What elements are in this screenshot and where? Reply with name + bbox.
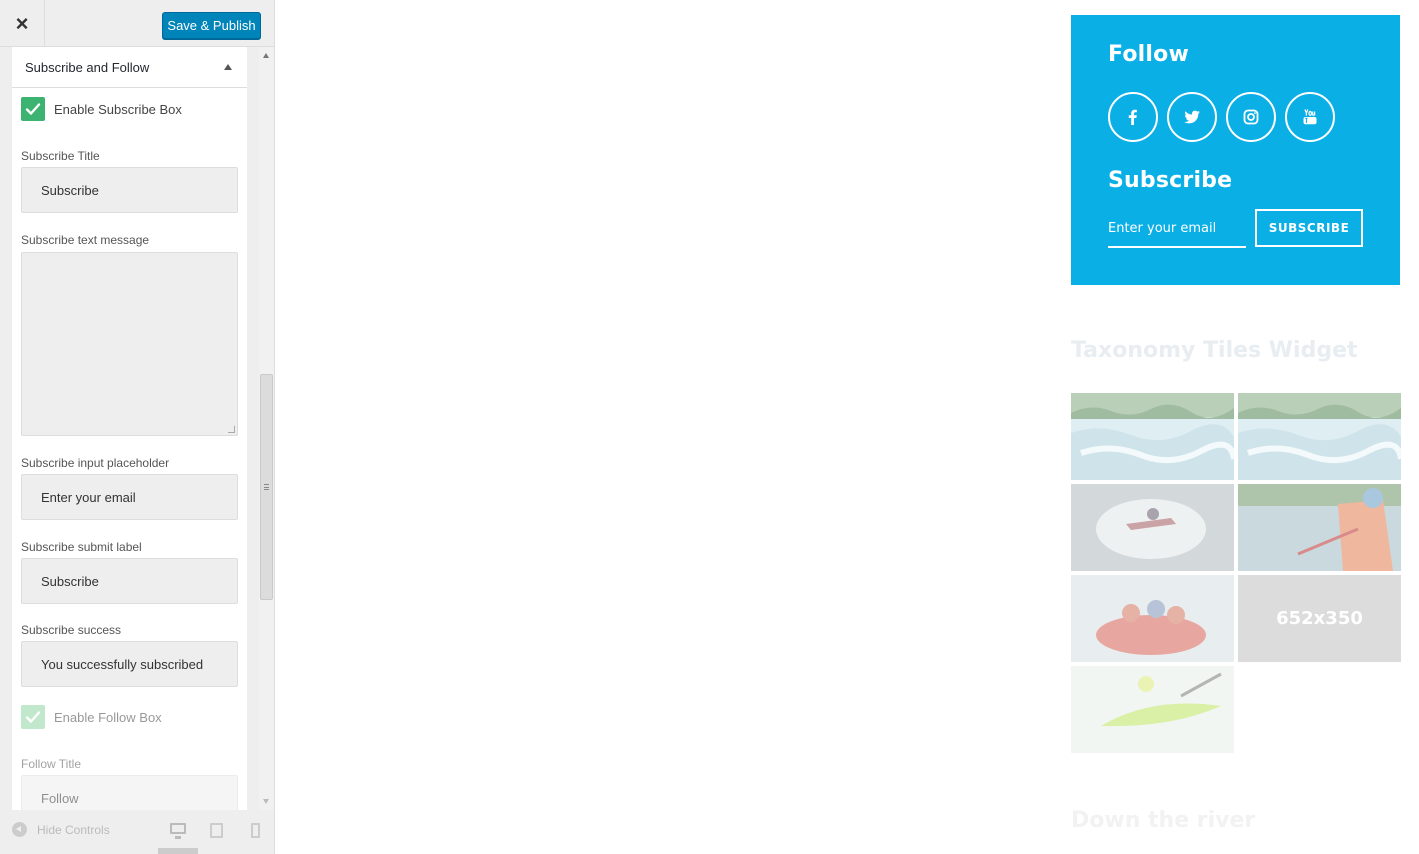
taxonomy-tile-rapids-1[interactable] xyxy=(1071,393,1234,480)
mobile-preview-icon[interactable] xyxy=(251,823,260,838)
resize-handle-icon[interactable] xyxy=(228,426,235,433)
subscribe-heading: Subscribe xyxy=(1108,168,1233,193)
taxonomy-tile-placeholder[interactable]: 652x350 xyxy=(1238,575,1401,662)
subscribe-text-textarea[interactable] xyxy=(21,252,238,436)
save-publish-button[interactable]: Save & Publish xyxy=(162,12,261,39)
desktop-preview-icon[interactable] xyxy=(170,823,186,839)
twitter-link[interactable] xyxy=(1167,92,1217,142)
instagram-icon xyxy=(1243,109,1259,125)
active-device-indicator xyxy=(158,848,198,854)
youtube-icon xyxy=(1303,109,1317,125)
close-icon: × xyxy=(15,10,29,36)
section-panel: Subscribe and Follow Enable Subscribe Bo… xyxy=(12,47,247,810)
customizer-sidebar: × Save & Publish Subscribe and Follow En… xyxy=(0,0,275,854)
section-title: Subscribe and Follow xyxy=(25,59,150,75)
subscribe-text-label: Subscribe text message xyxy=(21,233,150,247)
rafting-team-image xyxy=(1071,575,1234,662)
next-widget-title: Down the river xyxy=(1071,808,1256,833)
collapse-left-icon xyxy=(12,822,27,837)
enable-subscribe-row[interactable]: Enable Subscribe Box xyxy=(21,97,182,121)
subscribe-title-label: Subscribe Title xyxy=(21,149,100,163)
enable-follow-label: Enable Follow Box xyxy=(54,709,162,725)
subscribe-follow-widget: Follow Subscribe Enter your email SUBSCR… xyxy=(1071,15,1400,285)
customizer-footer: Hide Controls xyxy=(0,810,274,854)
scroll-down-arrow-icon[interactable] xyxy=(263,799,269,804)
panel-scrollbar[interactable] xyxy=(259,47,274,810)
subscribe-success-input[interactable]: You successfully subscribed xyxy=(21,641,238,687)
enable-follow-row[interactable]: Enable Follow Box xyxy=(21,705,162,729)
taxonomy-widget-title: Taxonomy Tiles Widget xyxy=(1071,338,1358,363)
enable-follow-checkbox[interactable] xyxy=(21,705,45,729)
facebook-link[interactable] xyxy=(1108,92,1158,142)
kayak-splash-image xyxy=(1071,484,1234,571)
taxonomy-tile-paddler[interactable] xyxy=(1238,484,1401,571)
river-rapids-image xyxy=(1071,393,1234,480)
taxonomy-tile-kayak-splash[interactable] xyxy=(1071,484,1234,571)
close-customizer-button[interactable]: × xyxy=(0,0,45,47)
section-header-subscribe-follow[interactable]: Subscribe and Follow xyxy=(12,47,247,88)
taxonomy-tile-rapids-2[interactable] xyxy=(1238,393,1401,480)
scroll-up-arrow-icon[interactable] xyxy=(263,53,269,58)
follow-title-input[interactable]: Follow xyxy=(21,775,238,810)
checkmark-icon xyxy=(25,103,41,115)
enable-subscribe-label: Enable Subscribe Box xyxy=(54,101,182,117)
subscribe-submit-input[interactable]: Subscribe xyxy=(21,558,238,604)
subscribe-submit-label: Subscribe submit label xyxy=(21,540,142,554)
customizer-header: × Save & Publish xyxy=(0,0,274,47)
subscribe-placeholder-label: Subscribe input placeholder xyxy=(21,456,170,470)
subscribe-placeholder-input[interactable]: Enter your email xyxy=(21,474,238,520)
scrollbar-thumb[interactable] xyxy=(260,374,273,600)
follow-title-label: Follow Title xyxy=(21,757,82,771)
hide-controls-label: Hide Controls xyxy=(37,822,110,837)
youtube-link[interactable] xyxy=(1285,92,1335,142)
facebook-icon xyxy=(1128,109,1137,125)
email-input[interactable]: Enter your email xyxy=(1108,211,1246,248)
subscribe-success-label: Subscribe success xyxy=(21,623,122,637)
river-rapids-image xyxy=(1238,393,1401,480)
subscribe-button[interactable]: SUBSCRIBE xyxy=(1255,209,1363,247)
enable-subscribe-checkbox[interactable] xyxy=(21,97,45,121)
paddler-image xyxy=(1238,484,1401,571)
taxonomy-tile-raft[interactable] xyxy=(1071,575,1234,662)
hide-controls-button[interactable]: Hide Controls xyxy=(12,822,110,837)
subscribe-title-input[interactable]: Subscribe xyxy=(21,167,238,213)
taxonomy-tile-green-kayak[interactable] xyxy=(1071,666,1234,753)
grip-icon xyxy=(264,484,269,490)
tablet-preview-icon[interactable] xyxy=(210,823,223,838)
green-kayak-image xyxy=(1071,666,1234,753)
twitter-icon xyxy=(1184,110,1200,124)
instagram-link[interactable] xyxy=(1226,92,1276,142)
placeholder-size-label: 652x350 xyxy=(1276,608,1363,629)
checkmark-icon xyxy=(25,711,41,723)
collapse-arrow-icon[interactable] xyxy=(224,64,232,70)
follow-heading: Follow xyxy=(1108,42,1189,67)
